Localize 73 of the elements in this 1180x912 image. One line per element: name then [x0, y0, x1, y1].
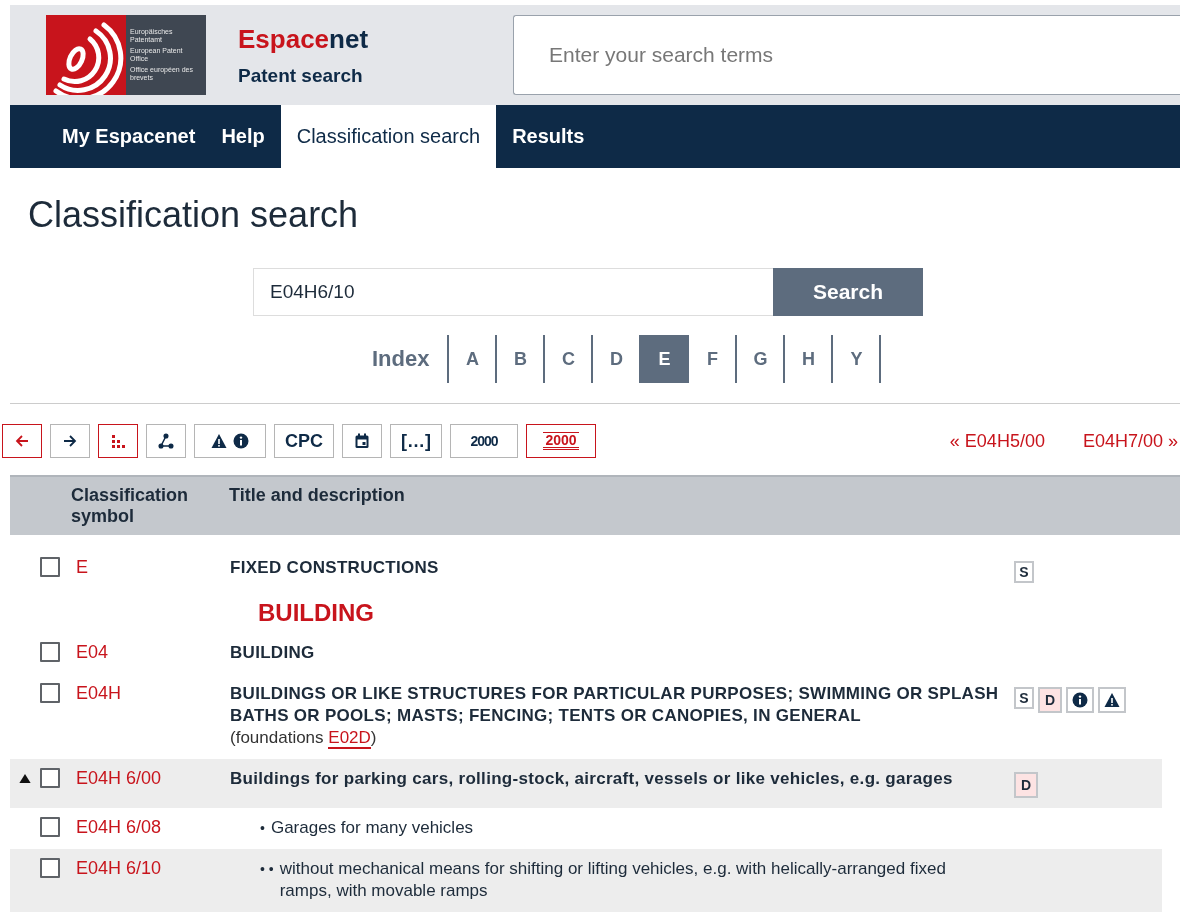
classification-field[interactable]: E04H6/10 — [253, 268, 773, 316]
index-letter[interactable]: A — [449, 335, 498, 383]
caret-icon[interactable] — [19, 774, 31, 783]
logo-icon — [46, 15, 126, 95]
index-letter[interactable]: B — [497, 335, 546, 383]
column-header: Classification symbol — [70, 485, 190, 528]
back-button[interactable] — [2, 424, 42, 458]
previous-link[interactable]: « E04H5/00 — [949, 430, 1045, 452]
classification-link[interactable]: E — [76, 557, 230, 583]
checkbox[interactable] — [40, 557, 60, 577]
classification-link[interactable]: E04 — [76, 642, 230, 664]
checkbox[interactable] — [40, 768, 60, 788]
warning-icon — [211, 433, 227, 449]
calendar-icon — [354, 433, 370, 449]
nav-tab[interactable]: My Espacenet — [52, 105, 206, 168]
site-subtitle: Patent search — [238, 64, 364, 87]
level-dots: • — [259, 819, 265, 838]
toolbar-button[interactable]: 2000 — [526, 424, 596, 458]
badge-button[interactable]: D — [1014, 772, 1038, 798]
warning-icon — [1104, 692, 1120, 708]
toolbar-button[interactable]: […] — [390, 424, 442, 458]
warn-info-button[interactable] — [194, 424, 266, 458]
level-dots: • • — [259, 860, 274, 879]
info-button[interactable] — [1066, 687, 1094, 713]
tree-icon — [110, 433, 126, 449]
classification-link[interactable]: E04H — [76, 683, 230, 749]
calendar-button[interactable] — [342, 424, 382, 458]
index-letter[interactable]: E — [641, 335, 690, 383]
classification-title: FIXED CONSTRUCTIONS — [230, 557, 439, 579]
nav-tab[interactable]: Results — [502, 105, 595, 168]
info-icon — [233, 433, 249, 449]
badge-button[interactable]: S — [1014, 561, 1034, 583]
forward-button[interactable] — [50, 424, 90, 458]
right-arrow-icon — [62, 433, 78, 449]
column-header: Title and description — [229, 485, 405, 507]
search-field[interactable]: Enter your search terms — [513, 15, 1180, 95]
badge-button[interactable]: D — [1038, 687, 1062, 713]
checkbox[interactable] — [40, 642, 60, 662]
next-link[interactable]: E04H7/00 » — [1082, 430, 1178, 452]
warning-button[interactable] — [1098, 687, 1126, 713]
badge-button[interactable]: S — [1014, 687, 1034, 709]
connector-icon — [158, 433, 174, 449]
classification-link[interactable]: E04H 6/10 — [76, 858, 230, 902]
reference-link[interactable]: E02D — [328, 728, 371, 749]
toolbar-button[interactable]: CPC — [274, 424, 334, 458]
classification-title: BUILDING — [230, 642, 315, 664]
tree-button[interactable] — [98, 424, 138, 458]
index-letter[interactable]: H — [785, 335, 834, 383]
index-letter[interactable]: F — [689, 335, 738, 383]
classification-title: Buildings for parking cars, rolling-stock, aircraft, vessels or like vehicles, e.g. garages — [230, 768, 953, 790]
index-label: Index — [372, 335, 450, 383]
info-icon — [1072, 692, 1088, 708]
section-heading: BUILDING — [258, 599, 374, 627]
nav-tab[interactable]: Classification search — [280, 105, 497, 168]
toolbar-button[interactable]: 2000 — [450, 424, 518, 458]
classification-title: BUILDINGS OR LIKE STRUCTURES FOR PARTICULAR PURPOSES; SWIMMING OR SPLASH BATHS OR POOLS; MASTS; FENCING; TENTS OR CANOPIES, IN GENERAL — [230, 683, 1000, 727]
classification-link[interactable]: E04H 6/00 — [76, 768, 230, 798]
site-title: Espacenet — [238, 23, 370, 55]
nav-tab[interactable]: Help — [211, 105, 275, 168]
classification-title: without mechanical means for shifting or lifting vehicles, e.g. with helically-arranged fixed ramps, with movable ramps — [279, 858, 947, 902]
checkbox[interactable] — [40, 817, 60, 837]
angle-button[interactable] — [146, 424, 186, 458]
classification-title: Garages for many vehicles — [270, 817, 474, 839]
search-button[interactable]: Search — [773, 268, 923, 316]
index-letter[interactable]: Y — [833, 335, 882, 383]
classification-link[interactable]: E04H 6/08 — [76, 817, 230, 839]
checkbox[interactable] — [40, 683, 60, 703]
index-letter[interactable]: G — [737, 335, 786, 383]
index-letter[interactable]: C — [545, 335, 594, 383]
checkbox[interactable] — [40, 858, 60, 878]
reference-note: (foundations E02D) — [230, 727, 378, 749]
left-arrow-icon — [14, 433, 30, 449]
page-title: Classification search — [28, 194, 360, 236]
